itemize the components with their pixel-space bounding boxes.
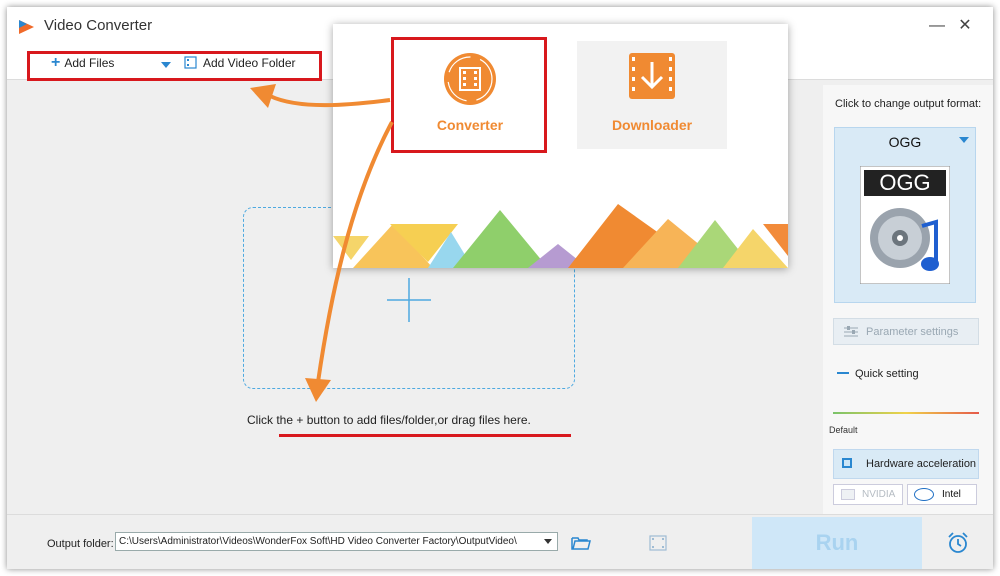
nvidia-toggle[interactable]: NVIDIA	[833, 484, 903, 505]
hardware-acceleration-button[interactable]: Hardware acceleration	[833, 449, 979, 479]
slider-default-label: Default	[829, 425, 858, 435]
close-button[interactable]: ✕	[954, 15, 976, 37]
quick-setting-icon	[837, 372, 849, 374]
alarm-clock-icon[interactable]	[947, 532, 969, 554]
intel-logo-icon	[914, 488, 934, 501]
quality-slider[interactable]	[833, 412, 979, 414]
sliders-icon	[844, 326, 858, 337]
nvidia-eye-icon	[841, 489, 855, 500]
parameter-settings-button[interactable]: Parameter settings	[833, 318, 979, 345]
nvidia-label: NVIDIA	[862, 489, 896, 500]
minimize-button[interactable]: —	[926, 15, 948, 37]
ogg-format-icon: OGG	[860, 166, 950, 284]
hardware-acceleration-label: Hardware acceleration	[866, 458, 977, 470]
downloader-label: Downloader	[611, 117, 693, 133]
intel-toggle[interactable]: Intel	[907, 484, 977, 505]
output-format-selector[interactable]: OGG OGG	[834, 127, 976, 303]
add-plus-icon[interactable]	[387, 278, 431, 322]
hint-underline	[279, 434, 571, 437]
quick-setting-row[interactable]: Quick setting	[837, 368, 919, 380]
app-logo-icon	[19, 20, 34, 34]
format-name: OGG	[888, 134, 922, 150]
format-dropdown-icon[interactable]	[959, 137, 969, 143]
video-preview-icon[interactable]	[649, 535, 667, 551]
quick-setting-label: Quick setting	[855, 368, 919, 380]
window-title: Video Converter	[44, 17, 153, 34]
drop-hint-text: Click the + button to add files/folder,o…	[247, 413, 531, 427]
intel-label: Intel	[942, 489, 961, 500]
chip-icon	[842, 458, 852, 468]
converter-highlight-box	[391, 37, 547, 153]
toolbar-highlight-box	[27, 51, 322, 81]
downloader-tile[interactable]: Downloader	[577, 41, 727, 149]
open-folder-icon[interactable]	[571, 535, 591, 550]
run-button[interactable]: Run	[752, 517, 922, 569]
ogg-icon-text: OGG	[879, 170, 930, 195]
output-folder-input[interactable]: C:\Users\Administrator\Videos\WonderFox …	[115, 532, 558, 551]
downloader-icon	[629, 53, 675, 99]
change-format-label: Click to change output format:	[835, 98, 982, 110]
parameter-settings-label: Parameter settings	[866, 326, 959, 338]
output-folder-dropdown-icon[interactable]	[544, 539, 552, 544]
output-folder-label: Output folder:	[47, 538, 114, 550]
